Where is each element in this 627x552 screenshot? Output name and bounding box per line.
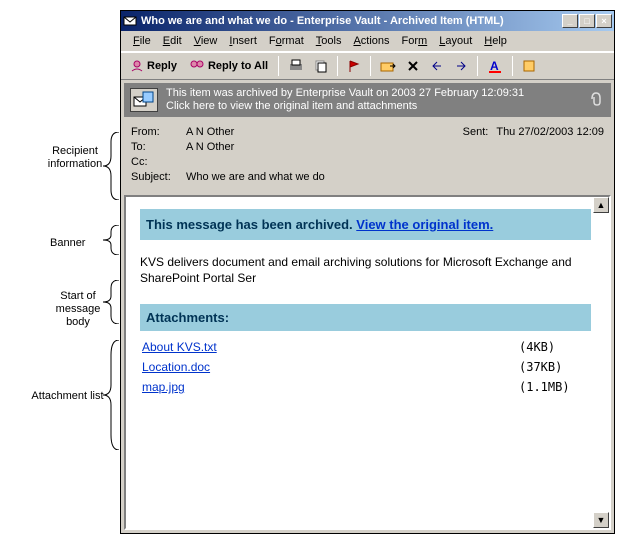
title-bar[interactable]: Who we are and what we do - Enterprise V… [121, 11, 614, 31]
next-button[interactable] [450, 55, 472, 77]
view-original-link[interactable]: View the original item. [356, 217, 493, 232]
annot-attlist: Attachment list [30, 390, 105, 403]
menu-insert[interactable]: Insert [223, 33, 263, 49]
to-value: A N Other [186, 141, 604, 153]
sent-value: Thu 27/02/2003 12:09 [496, 126, 604, 138]
svg-text:A: A [490, 59, 499, 73]
app-icon [123, 14, 137, 28]
brace-banner [103, 225, 121, 255]
window-title: Who we are and what we do - Enterprise V… [141, 15, 562, 27]
reply-button[interactable]: Reply [125, 55, 182, 77]
brace-msgbody [103, 280, 121, 324]
message-body-pane: ▲ ▼ This message has been archived. View… [124, 195, 611, 530]
message-headers: From: A N Other Sent: Thu 27/02/2003 12:… [121, 120, 614, 192]
minimize-button[interactable]: _ [562, 14, 578, 28]
to-label: To: [131, 141, 186, 153]
menu-tools[interactable]: Tools [310, 33, 348, 49]
email-window: Who we are and what we do - Enterprise V… [120, 10, 615, 534]
delete-button[interactable] [402, 55, 424, 77]
maximize-button[interactable]: □ [579, 14, 595, 28]
from-value: A N Other [186, 126, 463, 138]
toolbar: Reply Reply to All A [121, 52, 614, 80]
vault-button[interactable] [518, 55, 542, 77]
attachment-size: (1.1MB) [519, 380, 589, 394]
brace-recipient [103, 132, 121, 200]
menu-help[interactable]: Help [478, 33, 513, 49]
menu-layout[interactable]: Layout [433, 33, 478, 49]
from-label: From: [131, 126, 186, 138]
subject-label: Subject: [131, 171, 186, 183]
attachment-link[interactable]: map.jpg [142, 380, 185, 394]
menu-file[interactable]: File [127, 33, 157, 49]
print-button[interactable] [284, 55, 308, 77]
ev-banner-text: This item was archived by Enterprise Vau… [166, 87, 587, 113]
body-text: KVS delivers document and email archivin… [140, 254, 591, 286]
attachments-header: Attachments: [140, 304, 591, 331]
attachment-row: About KVS.txt (4KB) [140, 337, 591, 357]
cc-value [186, 156, 604, 168]
ev-banner-icon [130, 88, 158, 112]
menu-bar: File Edit View Insert Format Tools Actio… [121, 31, 614, 52]
cc-label: Cc: [131, 156, 186, 168]
attachment-row: Location.doc (37KB) [140, 357, 591, 377]
prev-button[interactable] [426, 55, 448, 77]
move-button[interactable] [376, 55, 400, 77]
annot-msgbody: Start of message body [48, 290, 108, 329]
font-color-button[interactable]: A [483, 55, 507, 77]
attachment-link[interactable]: About KVS.txt [142, 340, 217, 354]
attachment-link[interactable]: Location.doc [142, 360, 210, 374]
attachment-row: map.jpg (1.1MB) [140, 377, 591, 397]
reply-all-button[interactable]: Reply to All [184, 55, 273, 77]
menu-edit[interactable]: Edit [157, 33, 188, 49]
attachment-icon[interactable] [587, 89, 605, 112]
flag-button[interactable] [343, 55, 365, 77]
menu-form[interactable]: Form [396, 33, 434, 49]
annot-banner: Banner [50, 237, 85, 250]
message-body[interactable]: This message has been archived. View the… [126, 197, 609, 528]
archived-banner: This message has been archived. View the… [140, 209, 591, 240]
annot-recipient: Recipient information [40, 145, 110, 171]
sent-label: Sent: [463, 126, 489, 138]
menu-format[interactable]: Format [263, 33, 310, 49]
ev-archive-banner[interactable]: This item was archived by Enterprise Vau… [124, 83, 611, 117]
menu-actions[interactable]: Actions [347, 33, 395, 49]
close-button[interactable]: × [596, 14, 612, 28]
brace-attlist [103, 340, 121, 450]
attachment-size: (37KB) [519, 360, 589, 374]
copy-button[interactable] [310, 55, 332, 77]
attachment-size: (4KB) [519, 340, 589, 354]
menu-view[interactable]: View [188, 33, 224, 49]
subject-value: Who we are and what we do [186, 171, 604, 183]
